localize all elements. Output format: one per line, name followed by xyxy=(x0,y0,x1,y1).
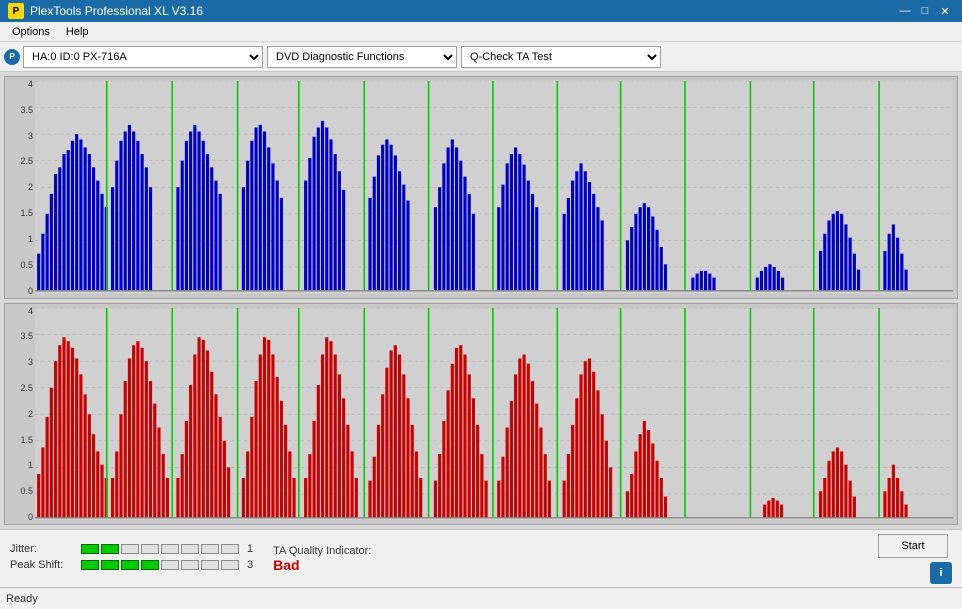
jitter-led-6 xyxy=(181,544,199,554)
peak-shift-led-7 xyxy=(201,560,219,570)
status-text: Ready xyxy=(6,593,38,605)
jitter-led-bar xyxy=(81,544,239,554)
function-dropdown[interactable]: DVD Diagnostic Functions xyxy=(267,46,457,68)
jitter-row: Jitter: 1 xyxy=(10,543,253,555)
ta-quality-value: Bad xyxy=(273,557,858,573)
jitter-label: Jitter: xyxy=(10,543,75,555)
bottom-chart-y-axis: 4 3.5 3 2.5 2 1.5 1 0.5 0 xyxy=(5,304,35,525)
top-chart-inner: 2 3 4 5 6 7 8 9 10 11 12 13 14 15 xyxy=(35,81,953,294)
jitter-led-1 xyxy=(81,544,99,554)
close-button[interactable]: ✕ xyxy=(936,4,954,18)
top-chart-y-axis: 4 3.5 3 2.5 2 1.5 1 0.5 0 xyxy=(5,77,35,298)
device-icon: P xyxy=(4,49,20,65)
right-buttons: Start i xyxy=(878,534,952,584)
ta-quality-section: TA Quality Indicator: Bad xyxy=(273,545,858,573)
jitter-led-7 xyxy=(201,544,219,554)
window-title: PlexTools Professional XL V3.16 xyxy=(30,4,896,18)
info-button[interactable]: i xyxy=(930,562,952,584)
top-chart-svg: 2 3 4 5 6 7 8 9 10 11 12 13 14 15 xyxy=(35,81,953,294)
top-chart-panel: 4 3.5 3 2.5 2 1.5 1 0.5 0 xyxy=(4,76,958,299)
peak-shift-led-4 xyxy=(141,560,159,570)
jitter-led-2 xyxy=(101,544,119,554)
peak-shift-led-2 xyxy=(101,560,119,570)
peak-shift-value: 3 xyxy=(247,559,253,571)
toolbar: P HA:0 ID:0 PX-716A DVD Diagnostic Funct… xyxy=(0,42,962,72)
bottom-chart-inner: 2 3 4 5 6 7 8 9 10 11 12 13 14 15 xyxy=(35,308,953,521)
bottom-chart-svg: 2 3 4 5 6 7 8 9 10 11 12 13 14 15 xyxy=(35,308,953,521)
indicators-section: Jitter: 1 Peak Shift: xyxy=(10,543,253,575)
peak-shift-led-3 xyxy=(121,560,139,570)
maximize-button[interactable]: □ xyxy=(916,4,934,18)
peak-shift-led-bar xyxy=(81,560,239,570)
jitter-led-5 xyxy=(161,544,179,554)
menu-help[interactable]: Help xyxy=(58,24,97,40)
status-bar: Ready xyxy=(0,587,962,609)
jitter-led-8 xyxy=(221,544,239,554)
window-controls: — □ ✕ xyxy=(896,4,954,18)
menu-options[interactable]: Options xyxy=(4,24,58,40)
bottom-chart-panel: 4 3.5 3 2.5 2 1.5 1 0.5 0 xyxy=(4,303,958,526)
device-selector-group: P HA:0 ID:0 PX-716A xyxy=(4,46,263,68)
menu-bar: Options Help xyxy=(0,22,962,42)
jitter-led-3 xyxy=(121,544,139,554)
minimize-button[interactable]: — xyxy=(896,4,914,18)
jitter-led-4 xyxy=(141,544,159,554)
start-button[interactable]: Start xyxy=(878,534,948,558)
chart-area: 4 3.5 3 2.5 2 1.5 1 0.5 0 xyxy=(0,72,962,529)
peak-shift-led-8 xyxy=(221,560,239,570)
peak-shift-led-1 xyxy=(81,560,99,570)
device-dropdown[interactable]: HA:0 ID:0 PX-716A xyxy=(23,46,263,68)
jitter-value: 1 xyxy=(247,543,253,555)
test-dropdown[interactable]: Q-Check TA Test xyxy=(461,46,661,68)
peak-shift-label: Peak Shift: xyxy=(10,559,75,571)
peak-shift-led-5 xyxy=(161,560,179,570)
bottom-controls: Jitter: 1 Peak Shift: xyxy=(0,529,962,587)
peak-shift-led-6 xyxy=(181,560,199,570)
app-icon: P xyxy=(8,3,24,19)
title-bar: P PlexTools Professional XL V3.16 — □ ✕ xyxy=(0,0,962,22)
peak-shift-row: Peak Shift: 3 xyxy=(10,559,253,571)
